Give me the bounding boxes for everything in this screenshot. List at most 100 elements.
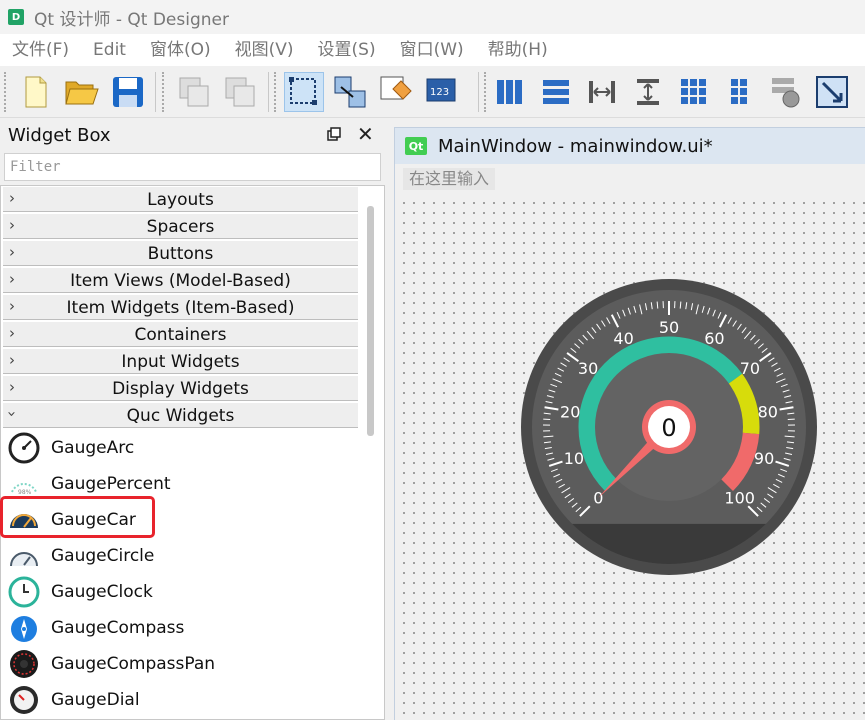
category-label: Item Views (Model-Based) [70, 271, 291, 291]
edit-signals-slots-icon[interactable] [330, 72, 370, 112]
main-toolbar: 123 [0, 66, 865, 118]
edit-widgets-icon[interactable] [284, 72, 324, 112]
open-folder-icon[interactable] [62, 72, 102, 112]
gauge-scale-label: 70 [740, 359, 760, 378]
category-spacers[interactable]: › Spacers [3, 213, 358, 239]
gauge-scale-label: 30 [578, 359, 598, 378]
filter-input[interactable] [4, 153, 381, 181]
category-label: Display Widgets [112, 379, 249, 399]
adjust-size-icon[interactable] [812, 72, 852, 112]
gauge-scale-label: 60 [704, 329, 724, 348]
layout-horizontal-icon[interactable] [490, 72, 530, 112]
gauge-tick [656, 301, 659, 309]
widget-list: › Layouts › Spacers › Buttons › Item Vie… [0, 185, 385, 720]
svg-text:98%: 98% [18, 489, 32, 496]
gauge-scale-label: 20 [560, 402, 580, 421]
widget-item-gauge-compass-pan[interactable]: GaugeCompassPan [3, 646, 358, 682]
layout-grid-icon[interactable] [674, 72, 714, 112]
cut-icon[interactable] [174, 72, 214, 112]
type-here-menu-item[interactable]: 在这里输入 [403, 168, 496, 190]
widget-item-label: GaugeDial [51, 690, 140, 710]
widget-item-label: GaugeCompass [51, 618, 185, 638]
category-display-widgets[interactable]: › Display Widgets [3, 375, 358, 401]
widget-item-gauge-clock[interactable]: GaugeClock [3, 574, 358, 610]
widget-box-dock: Widget Box ✕ › Layouts › Spacers › Butto… [0, 119, 385, 720]
toolbar-handle[interactable] [274, 72, 278, 112]
gauge-scale-label: 50 [659, 318, 679, 337]
category-label: Spacers [146, 217, 215, 237]
gauge-value: 0 [661, 414, 676, 442]
close-dock-icon[interactable]: ✕ [357, 122, 374, 146]
widget-item-label: GaugeCompassPan [51, 654, 216, 674]
toolbar-handle[interactable] [162, 72, 166, 112]
gauge-scale-label: 40 [613, 329, 633, 348]
menu-window[interactable]: 窗口(W) [388, 34, 476, 66]
menu-view[interactable]: 视图(V) [223, 34, 306, 66]
menu-form[interactable]: 窗体(O) [138, 34, 223, 66]
menu-file[interactable]: 文件(F) [0, 34, 81, 66]
category-layouts[interactable]: › Layouts [3, 186, 358, 212]
gauge-compass-icon [11, 616, 37, 642]
break-layout-icon[interactable] [766, 72, 806, 112]
category-item-widgets[interactable]: › Item Widgets (Item-Based) [3, 294, 358, 320]
widget-item-label: GaugeArc [51, 438, 135, 458]
subwindow-title-bar[interactable]: Qt MainWindow - mainwindow.ui* [395, 128, 865, 164]
menu-edit[interactable]: Edit [81, 34, 138, 66]
layout-vertical-splitter-icon[interactable] [628, 72, 668, 112]
float-dock-icon[interactable] [327, 127, 341, 141]
category-item-views[interactable]: › Item Views (Model-Based) [3, 267, 358, 293]
gauge-circle-icon [10, 552, 38, 567]
toolbar-handle[interactable] [484, 72, 488, 112]
save-icon[interactable] [108, 72, 148, 112]
category-containers[interactable]: › Containers [3, 321, 358, 347]
qt-logo-icon: Qt [405, 137, 427, 155]
widget-item-gauge-dial[interactable]: GaugeDial [3, 682, 358, 718]
category-label: Quc Widgets [126, 406, 235, 426]
menu-help[interactable]: 帮助(H) [476, 34, 560, 66]
gauge-clock-icon [8, 576, 40, 608]
layout-form-icon[interactable] [720, 72, 760, 112]
category-label: Containers [134, 325, 227, 345]
widget-item-gauge-circle[interactable]: GaugeCircle [3, 538, 358, 574]
widget-item-gauge-arc[interactable]: GaugeArc [3, 430, 358, 466]
gauge-compass-pan-icon [10, 650, 38, 678]
widget-list-scrollbar[interactable] [367, 206, 374, 436]
category-label: Layouts [147, 190, 214, 210]
toolbar-handle[interactable] [4, 72, 8, 112]
widget-item-gauge-compass[interactable]: GaugeCompass [3, 610, 358, 646]
toolbar-separator [155, 72, 156, 112]
qt-designer-window: D Qt 设计师 - Qt Designer 文件(F) Edit 窗体(O) … [0, 0, 865, 720]
svg-text:123: 123 [430, 87, 449, 98]
gauge-scale-label: 90 [754, 449, 774, 468]
layout-vertical-icon[interactable] [536, 72, 576, 112]
category-label: Item Widgets (Item-Based) [66, 298, 295, 318]
gauge-scale-label: 100 [724, 489, 755, 508]
gauge-scale-label: 0 [593, 489, 603, 508]
highlight-annotation [0, 496, 155, 538]
category-buttons[interactable]: › Buttons [3, 240, 358, 266]
designer-logo-icon: D [8, 9, 24, 25]
menu-bar: 文件(F) Edit 窗体(O) 视图(V) 设置(S) 窗口(W) 帮助(H) [0, 34, 865, 66]
layout-horizontal-splitter-icon[interactable] [582, 72, 622, 112]
window-title: Qt 设计师 - Qt Designer [34, 9, 229, 30]
menu-settings[interactable]: 设置(S) [306, 34, 388, 66]
edit-buddies-icon[interactable] [376, 72, 416, 112]
widget-item-label: GaugeClock [51, 582, 153, 602]
widget-box-title: Widget Box [8, 124, 111, 146]
widget-box-header: Widget Box ✕ [0, 119, 385, 151]
category-quc-widgets[interactable]: › Quc Widgets [3, 402, 358, 428]
gauge-scale-label: 80 [758, 402, 778, 421]
category-input-widgets[interactable]: › Input Widgets [3, 348, 358, 374]
subwindow-title: MainWindow - mainwindow.ui* [438, 135, 713, 157]
form-canvas[interactable]: 0 10 20 30 40 50 60 70 80 90 100 0 [395, 194, 865, 720]
toolbar-separator [478, 72, 479, 112]
category-label: Buttons [147, 244, 214, 264]
edit-tab-order-icon[interactable]: 123 [422, 72, 462, 112]
widget-item-label: GaugeCircle [51, 546, 155, 566]
gauge-car-widget[interactable]: 0 10 20 30 40 50 60 70 80 90 100 0 [519, 277, 819, 577]
new-file-icon[interactable] [16, 72, 56, 112]
gauge-scale-label: 10 [564, 449, 584, 468]
form-menu-bar: 在这里输入 [395, 164, 865, 194]
paste-icon[interactable] [220, 72, 260, 112]
gauge-arc-icon [8, 432, 40, 464]
